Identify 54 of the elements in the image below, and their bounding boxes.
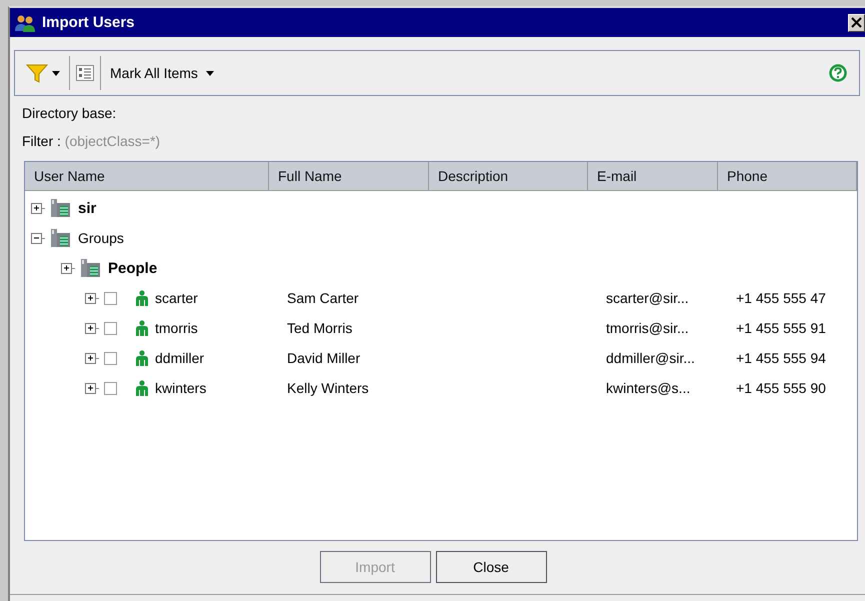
column-header[interactable]: Phone [718,162,857,190]
expand-icon[interactable] [85,351,99,365]
checkbox[interactable] [104,292,117,304]
tree-item[interactable]: People [108,260,158,276]
checkbox[interactable] [104,352,117,364]
table-cell: kwinters@s... [606,380,690,396]
tree-item[interactable]: kwinters [155,380,206,396]
tree-item[interactable]: Groups [78,230,124,246]
person-icon [135,320,149,336]
tree-item[interactable]: ddmiller [155,350,204,366]
checkbox[interactable] [104,382,117,394]
dialog-button[interactable]: Close [436,551,546,583]
person-icon [135,380,149,396]
table-cell: Ted Morris [287,320,352,336]
table-cell: scarter@sir... [606,290,689,306]
expand-icon[interactable] [85,381,99,395]
table-cell: ddmiller@sir... [606,350,695,366]
server-icon [80,258,102,278]
tree-item[interactable]: scarter [155,290,198,306]
column-header[interactable]: Description [429,162,588,190]
table-cell: Sam Carter [287,290,359,306]
table-cell: +1 455 555 47 [736,290,826,306]
table-cell: David Miller [287,350,360,366]
filter-label: Filter : [22,133,61,149]
expand-icon[interactable] [85,321,99,335]
table-cell: Kelly Winters [287,380,369,396]
tree-item[interactable]: tmorris [155,320,198,336]
server-icon [50,198,72,218]
caret-icon[interactable] [52,70,60,76]
help-icon[interactable] [829,64,847,82]
person-icon [135,350,149,366]
expand-icon[interactable] [85,291,99,305]
table-cell: +1 455 555 94 [736,350,826,366]
column-header[interactable]: E-mail [588,162,718,190]
collapse-icon[interactable] [31,231,45,245]
filter-value: (objectClass=*) [64,133,160,149]
close-icon[interactable] [848,14,865,32]
column-header[interactable]: Full Name [269,162,429,190]
users-icon [14,14,36,32]
mark-menu[interactable]: Mark All Items [107,62,217,84]
checkbox[interactable] [104,322,117,334]
expand-icon[interactable] [61,261,75,275]
directory-base-label: Directory base: [22,105,118,123]
person-icon [135,290,149,306]
list-icon[interactable] [76,65,94,81]
expand-icon[interactable] [31,201,45,215]
table-cell: tmorris@sir... [606,320,689,336]
tree-item[interactable]: sir [78,200,96,216]
server-icon [50,228,72,248]
window-title: Import Users [42,14,135,31]
caret-icon[interactable] [206,70,214,76]
column-header[interactable]: User Name [25,162,269,190]
table-cell: +1 455 555 91 [736,320,826,336]
table-cell: +1 455 555 90 [736,380,826,396]
